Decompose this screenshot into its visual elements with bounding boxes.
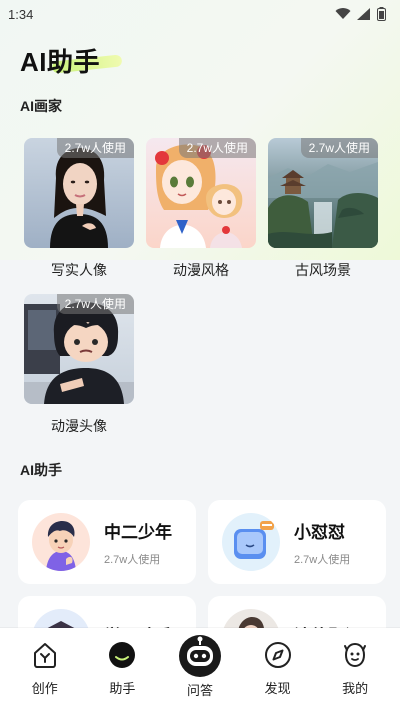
nav-label: 发现: [264, 681, 291, 696]
painter-label: 动漫头像: [51, 418, 107, 434]
assistant-section-title: AI助手: [20, 462, 62, 478]
assistant-icon: [107, 640, 137, 670]
painter-label: 古风场景: [295, 262, 351, 278]
page-title: AI助手: [20, 47, 101, 77]
nav-item-profile[interactable]: 我的: [319, 628, 391, 720]
nav-label: 问答: [186, 683, 213, 698]
robot-icon: [178, 634, 222, 678]
create-icon: [30, 640, 60, 670]
battery-icon: [377, 7, 386, 21]
wifi-icon: [335, 8, 351, 19]
assistant-card-chuuni[interactable]: 中二少年 2.7w人使用: [18, 500, 196, 584]
compass-icon: [263, 640, 293, 670]
assistant-name: 小怼怼: [294, 522, 345, 542]
usage-badge: 2.7w人使用: [300, 138, 378, 158]
anime-avatar-thumbnail: 2.7w人使用: [24, 294, 134, 404]
nav-item-discover[interactable]: 发现: [242, 628, 314, 720]
painter-grid: 2.7w人使用 写实人像 2.7w人使用 动漫风格 2.7w人使用 古风场景 2…: [0, 138, 400, 436]
ancient-landscape-thumbnail: 2.7w人使用: [268, 138, 378, 248]
assistant-usage: 2.7w人使用: [294, 553, 351, 566]
app-header: AI助手: [0, 28, 400, 77]
painter-label: 写实人像: [51, 262, 107, 278]
painter-card-landscape[interactable]: 2.7w人使用 古风场景: [268, 138, 378, 280]
status-icons: [335, 7, 386, 21]
nav-item-create[interactable]: 创作: [9, 628, 81, 720]
painter-card-anime-avatar[interactable]: 2.7w人使用 动漫头像: [24, 294, 134, 436]
portrait-thumbnail: 2.7w人使用: [24, 138, 134, 248]
painter-label: 动漫风格: [173, 262, 229, 278]
usage-badge: 2.7w人使用: [56, 138, 134, 158]
assistant-card-xiaodui[interactable]: 小怼怼 2.7w人使用: [208, 500, 386, 584]
usage-badge: 2.7w人使用: [56, 294, 134, 314]
bottom-nav: 创作 助手 问答 发现 我的: [0, 628, 400, 720]
nav-label: 助手: [109, 681, 136, 696]
painter-card-portrait[interactable]: 2.7w人使用 写实人像: [24, 138, 134, 280]
nav-label: 我的: [342, 681, 369, 696]
anime-thumbnail: 2.7w人使用: [146, 138, 256, 248]
nav-item-assistant[interactable]: 助手: [86, 628, 158, 720]
boy-avatar: [32, 513, 90, 571]
signal-icon: [357, 8, 370, 20]
painter-card-anime[interactable]: 2.7w人使用 动漫风格: [146, 138, 256, 280]
nav-label: 创作: [31, 681, 58, 696]
blue-robot-avatar: [222, 513, 280, 571]
status-time: 1:34: [8, 6, 34, 22]
profile-icon: [340, 640, 370, 670]
assistant-name: 中二少年: [104, 522, 172, 542]
usage-badge: 2.7w人使用: [178, 138, 256, 158]
status-bar: 1:34: [0, 0, 400, 28]
nav-item-qa[interactable]: 问答: [164, 628, 236, 720]
assistant-usage: 2.7w人使用: [104, 553, 161, 566]
painter-section-title: AI画家: [20, 98, 62, 114]
